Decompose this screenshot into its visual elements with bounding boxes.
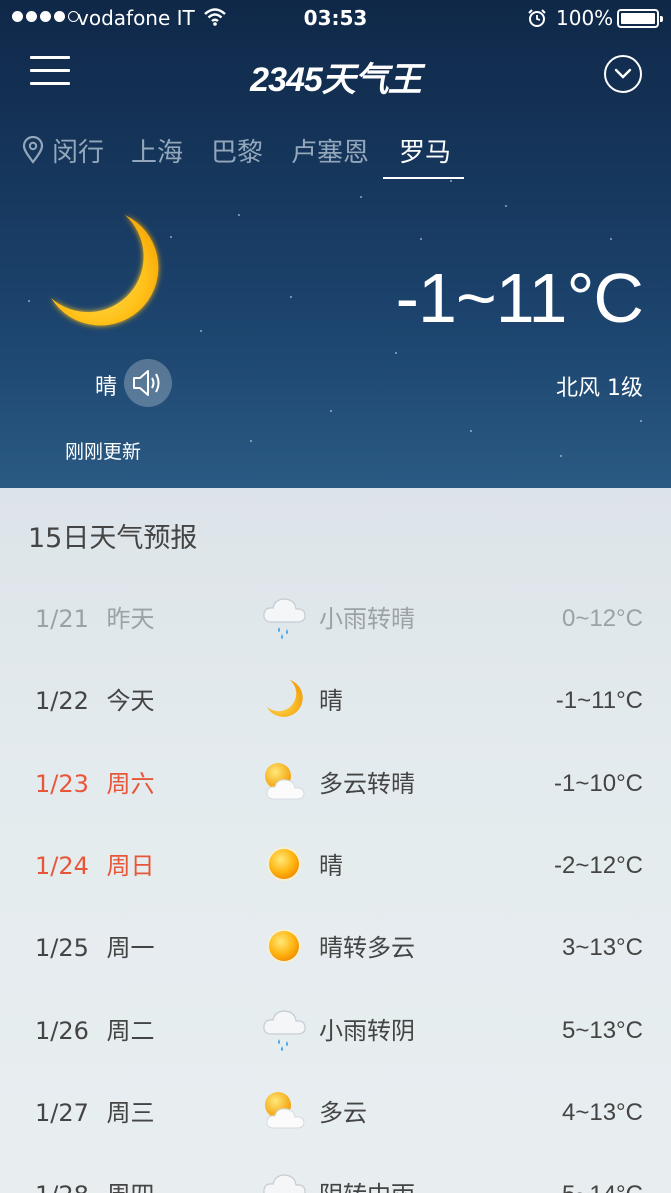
update-status: 刚刚更新 bbox=[65, 441, 142, 463]
forecast-condition: 晴 bbox=[319, 687, 343, 716]
forecast-row[interactable]: 1/28 周四 阴转中雨 5~14°C bbox=[0, 1154, 671, 1193]
forecast-day-name: 周二 bbox=[106, 1016, 155, 1045]
forecast-title: 15日天气预报 bbox=[28, 523, 198, 554]
active-tab-indicator bbox=[383, 177, 464, 179]
forecast-date: 1/26 周二 bbox=[35, 990, 155, 1072]
forecast-condition: 小雨转晴 bbox=[319, 605, 415, 633]
battery-icon bbox=[617, 9, 663, 28]
current-temperature: -1~11°C bbox=[395, 259, 644, 337]
forecast-day-name: 周三 bbox=[106, 1098, 155, 1127]
forecast-date: 1/23 周六 bbox=[35, 743, 155, 825]
forecast-date: 1/25 周一 bbox=[35, 907, 155, 989]
forecast-date-value: 1/28 bbox=[35, 1181, 89, 1193]
forecast-date-value: 1/26 bbox=[35, 1016, 89, 1045]
forecast-day-name: 周四 bbox=[107, 1181, 155, 1193]
forecast-temperature: -2~12°C bbox=[554, 851, 643, 879]
forecast-day-name: 周六 bbox=[106, 769, 155, 798]
city-tabs: 闵行 上海 巴黎 卢塞恩 罗马 bbox=[0, 124, 671, 184]
wind-info: 北风 1级 bbox=[556, 376, 643, 401]
forecast-day-name: 今天 bbox=[106, 687, 155, 716]
tab-city-rome[interactable]: 罗马 bbox=[399, 132, 451, 169]
forecast-date-value: 1/21 bbox=[35, 605, 89, 633]
forecast-date: 1/28 周四 bbox=[35, 1154, 155, 1193]
forecast-date-value: 1/25 bbox=[35, 934, 89, 963]
forecast-temperature: 0~12°C bbox=[562, 605, 643, 632]
forecast-row[interactable]: 1/26 周二 小雨转阴 5~13°C bbox=[0, 990, 671, 1072]
rain-cloud-icon bbox=[260, 1168, 308, 1193]
tab-city-shanghai[interactable]: 上海 bbox=[131, 132, 183, 169]
forecast-day-name: 昨天 bbox=[106, 605, 155, 633]
partly-cloudy-icon bbox=[260, 1086, 308, 1134]
forecast-date-value: 1/23 bbox=[35, 769, 89, 798]
forecast-date: 1/27 周三 bbox=[35, 1072, 155, 1154]
forecast-date-value: 1/27 bbox=[35, 1098, 89, 1127]
moon-icon bbox=[260, 674, 308, 722]
moon-icon bbox=[45, 210, 170, 339]
forecast-condition: 晴转多云 bbox=[319, 934, 415, 963]
forecast-temperature: -1~10°C bbox=[554, 769, 643, 797]
forecast-date-value: 1/24 bbox=[35, 851, 89, 880]
forecast-row[interactable]: 1/22 今天 晴 -1~11°C bbox=[0, 660, 671, 742]
forecast-panel: 15日天气预报 1/21 昨天 小雨转晴 0~12°C 1/22 今天 晴 -1~11… bbox=[0, 488, 671, 1193]
forecast-day-name: 周一 bbox=[106, 934, 155, 963]
forecast-condition: 多云 bbox=[319, 1098, 367, 1127]
forecast-condition: 小雨转阴 bbox=[319, 1016, 415, 1045]
forecast-row[interactable]: 1/25 周一 晴转多云 3~13°C bbox=[0, 907, 671, 989]
forecast-temperature: 5~13°C bbox=[562, 1016, 643, 1044]
voice-broadcast-button[interactable] bbox=[124, 359, 172, 407]
forecast-condition: 多云转晴 bbox=[319, 769, 415, 798]
forecast-row[interactable]: 1/23 周六 多云转晴 -1~10°C bbox=[0, 743, 671, 825]
rain-cloud-icon bbox=[260, 592, 308, 640]
forecast-row[interactable]: 1/27 周三 多云 4~13°C bbox=[0, 1072, 671, 1154]
forecast-date: 1/21 昨天 bbox=[35, 578, 155, 660]
app-logo: 2345天气王 bbox=[250, 61, 422, 99]
status-bar: vodafone IT 03:53 100% bbox=[0, 0, 671, 38]
speaker-icon bbox=[133, 370, 160, 396]
forecast-row[interactable]: 1/21 昨天 小雨转晴 0~12°C bbox=[0, 578, 671, 660]
chevron-down-icon bbox=[614, 68, 632, 79]
current-condition: 晴 bbox=[95, 375, 118, 400]
forecast-temperature: -1~11°C bbox=[555, 687, 643, 715]
app-header: 2345天气王 bbox=[0, 38, 671, 112]
forecast-day-name: 周日 bbox=[106, 851, 155, 880]
forecast-row[interactable]: 1/24 周日 晴 -2~12°C bbox=[0, 825, 671, 907]
forecast-condition: 晴 bbox=[319, 851, 343, 880]
forecast-temperature: 3~13°C bbox=[562, 934, 643, 962]
partly-cloudy-icon bbox=[260, 757, 308, 805]
forecast-temperature: 5~14°C bbox=[562, 1154, 643, 1193]
forecast-date: 1/24 周日 bbox=[35, 825, 155, 907]
forecast-condition: 阴转中雨 bbox=[319, 1154, 415, 1193]
rain-cloud-icon bbox=[260, 1004, 308, 1052]
forecast-date: 1/22 今天 bbox=[35, 660, 155, 742]
forecast-temperature: 4~13°C bbox=[562, 1098, 643, 1126]
weather-hero: vodafone IT 03:53 100% 2345天气王 闵行 上海 巴黎 … bbox=[0, 0, 671, 488]
sun-icon bbox=[260, 839, 308, 887]
chevron-down-button[interactable] bbox=[604, 55, 642, 93]
tab-city-paris[interactable]: 巴黎 bbox=[211, 132, 263, 169]
battery-percent: 100% bbox=[556, 6, 614, 30]
tab-city-lucerne[interactable]: 卢塞恩 bbox=[291, 132, 369, 169]
forecast-date-value: 1/22 bbox=[35, 687, 89, 716]
location-pin-icon bbox=[22, 135, 44, 168]
tab-city-minhang[interactable]: 闵行 bbox=[52, 132, 104, 169]
alarm-icon bbox=[527, 8, 547, 33]
sun-icon bbox=[260, 921, 308, 969]
